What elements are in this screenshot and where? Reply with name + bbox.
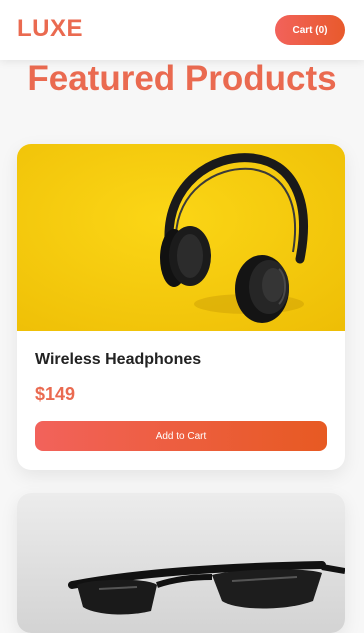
product-card: Wireless Headphones $149 Add to Cart: [17, 144, 345, 470]
page-title: Featured Products: [27, 59, 337, 98]
site-header: LUXE Cart (0): [0, 0, 364, 60]
product-title: Wireless Headphones: [35, 351, 202, 368]
product-price: $149: [35, 384, 76, 404]
logo[interactable]: LUXE: [17, 15, 83, 43]
add-to-cart-button[interactable]: Add to Cart: [35, 421, 327, 451]
headphones-image[interactable]: [17, 144, 345, 331]
product-card: [17, 493, 345, 633]
sunglasses-image[interactable]: [17, 493, 345, 633]
cart-button[interactable]: Cart (0): [275, 15, 345, 45]
